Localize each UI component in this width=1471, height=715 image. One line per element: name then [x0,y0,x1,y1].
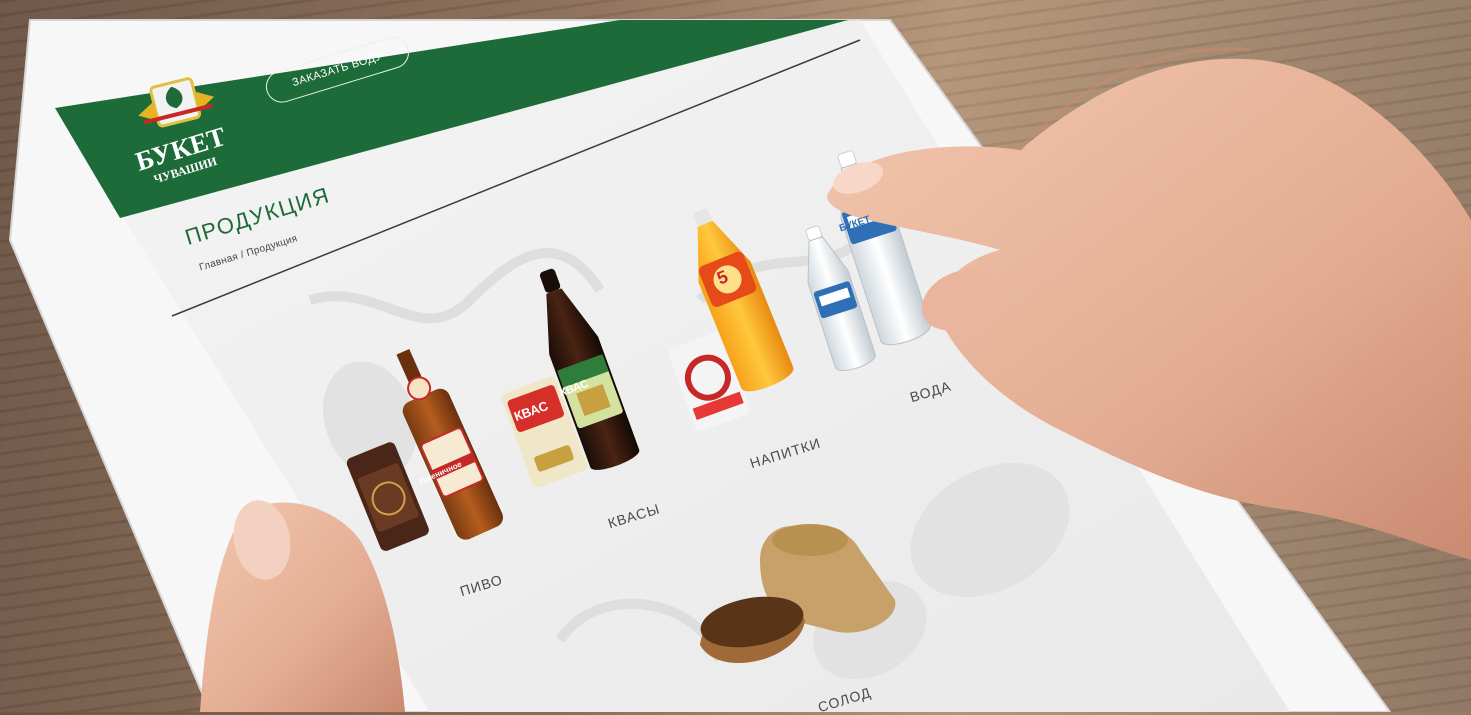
photo-scene [8,19,1471,712]
